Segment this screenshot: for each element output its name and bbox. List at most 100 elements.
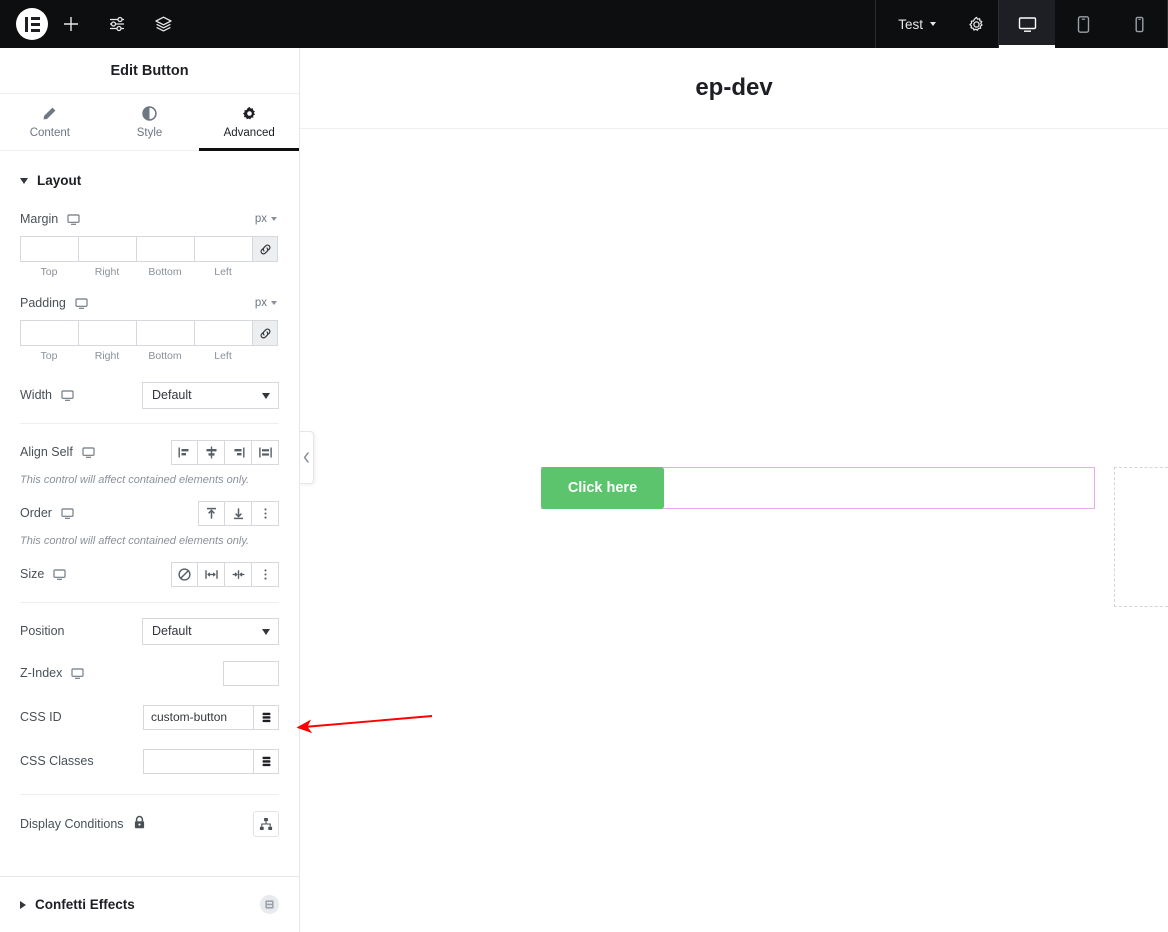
chevron-left-icon [303,452,309,463]
section-layout-label: Layout [37,173,82,188]
site-header: ep-dev [300,48,1168,129]
padding-top-input[interactable] [20,320,78,346]
display-conditions-control-row: Display Conditions [0,809,299,839]
top-toolbar: Test [0,0,1168,48]
section-confetti-label: Confetti Effects [35,897,135,912]
site-name-dropdown[interactable]: Test [876,0,954,48]
selected-container[interactable]: Click here [541,466,1095,509]
divider [20,423,279,424]
tab-advanced[interactable]: Advanced [199,94,299,151]
css-id-input[interactable] [143,704,253,730]
sliders-icon[interactable] [94,0,140,48]
dynamic-tags-icon[interactable] [253,748,279,774]
device-desktop-button[interactable] [999,0,1055,48]
margin-left-input[interactable] [194,236,252,262]
tab-style-label: Style [136,126,163,139]
device-mobile-button[interactable] [1111,0,1167,48]
margin-label: Margin [20,212,59,226]
padding-label: Padding [20,296,66,310]
tab-content[interactable]: Content [0,94,100,150]
width-select-wrap: Default [142,381,279,409]
section-layout-header[interactable]: Layout [0,151,299,204]
size-label-group: Size [20,567,66,581]
position-select[interactable]: Default [142,617,279,645]
css-classes-control-row: CSS Classes [0,746,299,776]
desktop-icon[interactable] [67,213,80,226]
top-toolbar-right: Test [875,0,1168,48]
size-grow-icon[interactable] [198,561,225,587]
align-end-icon[interactable] [225,439,252,465]
margin-top-label: Top [40,266,58,278]
padding-bottom-label: Bottom [148,350,182,362]
device-tablet-button[interactable] [1055,0,1111,48]
size-shrink-icon[interactable] [225,561,252,587]
display-conditions-label-group: Display Conditions [20,815,146,833]
position-select-wrap: Default [142,617,279,645]
half-circle-icon [142,105,157,121]
css-id-label: CSS ID [20,710,62,724]
size-more-icon[interactable] [252,561,279,587]
width-label-group: Width [20,388,74,402]
desktop-icon[interactable] [61,389,74,402]
order-more-icon[interactable] [252,500,279,526]
desktop-icon[interactable] [71,667,84,680]
desktop-icon[interactable] [61,507,74,520]
padding-bottom-input[interactable] [136,320,194,346]
align-stretch-icon[interactable] [252,439,279,465]
lock-icon [133,815,146,833]
margin-sub-labels: Top Right Bottom Left [20,266,279,278]
margin-link-icon[interactable] [252,236,278,262]
align-center-icon[interactable] [198,439,225,465]
preview-button[interactable]: Click here [541,466,664,509]
position-control-row: Position Default [0,616,299,646]
desktop-icon[interactable] [82,446,95,459]
css-classes-label: CSS Classes [20,754,94,768]
panel-collapse-handle[interactable] [300,431,314,484]
z-index-label-group: Z-Index [20,666,84,680]
z-index-control-row: Z-Index [0,658,299,688]
sitemap-icon[interactable] [253,811,279,837]
tab-style[interactable]: Style [100,94,200,150]
panel-content: Layout Margin px Top Right Bottom Left P… [0,151,299,876]
site-settings-group: Test [876,0,998,48]
empty-container-placeholder[interactable] [1114,467,1168,607]
size-none-icon[interactable] [171,561,198,587]
display-conditions-label: Display Conditions [20,817,124,831]
section-confetti-header[interactable]: Confetti Effects [0,876,299,932]
padding-unit-selector[interactable]: px [255,297,279,309]
margin-bottom-input[interactable] [136,236,194,262]
width-select[interactable]: Default [142,381,279,409]
pencil-icon [42,106,57,121]
size-control-row: Size [0,559,299,589]
order-last-icon[interactable] [225,500,252,526]
z-index-input-wrap [223,660,279,686]
plus-icon[interactable] [48,0,94,48]
panel-tab-bar: Content Style Advanced [0,94,299,151]
margin-top-input[interactable] [20,236,78,262]
elementor-logo-icon[interactable] [16,8,48,40]
dynamic-tags-icon[interactable] [253,704,279,730]
align-start-icon[interactable] [171,439,198,465]
align-self-control-row: Align Self [0,437,299,467]
margin-unit-selector[interactable]: px [255,213,279,225]
padding-top-label: Top [40,350,58,362]
gear-icon[interactable] [954,0,998,48]
desktop-icon[interactable] [75,297,88,310]
chevron-down-icon [262,392,270,399]
align-self-label-group: Align Self [20,445,95,459]
pro-badge-icon [260,895,279,914]
padding-right-input[interactable] [78,320,136,346]
margin-right-input[interactable] [78,236,136,262]
padding-link-icon[interactable] [252,320,278,346]
tab-content-label: Content [29,126,70,139]
panel-title: Edit Button [0,48,299,94]
align-self-hint: This control will affect contained eleme… [20,474,250,486]
z-index-input[interactable] [223,660,279,686]
padding-left-input[interactable] [194,320,252,346]
css-classes-input[interactable] [143,748,253,774]
chevron-down-icon [271,217,277,221]
layers-icon[interactable] [140,0,186,48]
order-first-icon[interactable] [198,500,225,526]
desktop-icon[interactable] [53,568,66,581]
margin-label-group: Margin [20,212,80,226]
